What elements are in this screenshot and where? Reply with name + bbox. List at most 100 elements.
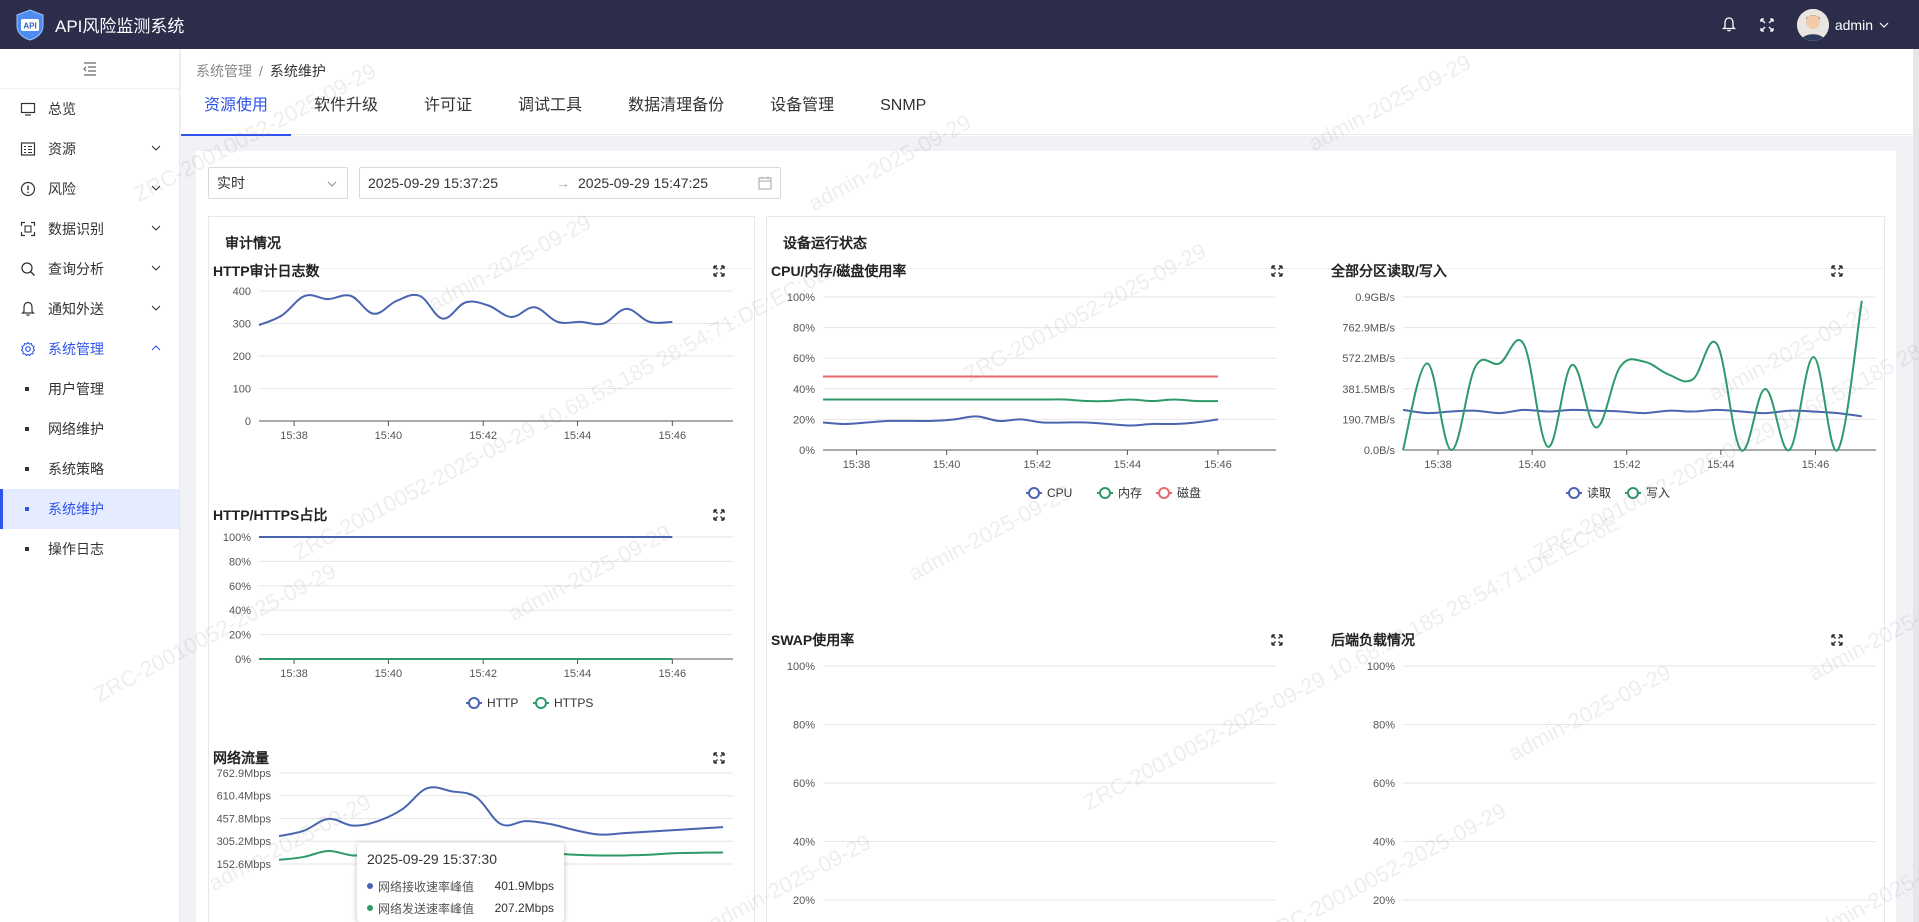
y-tick-label: 0 xyxy=(245,416,251,428)
tab-bar: 资源使用 软件升级 许可证 调试工具 数据清理备份 设备管理 SNMP xyxy=(181,89,1913,136)
sidebar-item-0[interactable]: 总览 xyxy=(0,89,179,129)
legend-marker-icon[interactable] xyxy=(1158,487,1170,499)
tab-2[interactable]: 许可证 xyxy=(401,89,495,135)
chart-6[interactable]: 20% 40% 60% 80% 100% xyxy=(1331,640,1881,922)
chart-1[interactable]: 0% 20% 40% 60% 80% 100% 15:38 15:40 15:42 15:44 15… xyxy=(213,513,743,723)
tooltip-time: 2025-09-29 15:37:30 xyxy=(367,851,497,867)
device-card-title: 设备运行状态 xyxy=(767,217,1884,269)
y-tick-label: 20% xyxy=(1373,895,1395,907)
y-tick-label: 100% xyxy=(1367,661,1395,673)
y-tick-label: 0% xyxy=(799,445,815,457)
sidebar-subitem-0[interactable]: 用户管理 xyxy=(0,369,179,409)
x-tick-label: 15:40 xyxy=(375,430,403,442)
tab-4[interactable]: 数据清理备份 xyxy=(605,89,747,135)
legend-marker-icon[interactable] xyxy=(468,697,480,709)
tooltip-row: 网络发送速率峰值 207.2Mbps xyxy=(367,897,554,919)
sidebar-item-label: 资源 xyxy=(48,141,76,157)
chart-3[interactable]: 0% 20% 40% 60% 80% 100% 15:38 15:40 15:42 15:44 15… xyxy=(771,271,1281,501)
y-tick-label: 400 xyxy=(233,286,251,298)
legend-label[interactable]: 磁盘 xyxy=(1177,485,1201,500)
sidebar-item-2[interactable]: 风险 xyxy=(0,169,179,209)
bullet-icon xyxy=(25,427,29,431)
tab-3[interactable]: 调试工具 xyxy=(495,89,605,135)
x-tick-label: 15:46 xyxy=(659,668,687,680)
collapse-menu-icon[interactable] xyxy=(0,49,179,89)
chevron-down-icon xyxy=(151,185,161,191)
y-tick-label: 762.9Mbps xyxy=(217,768,272,780)
series-line-1 xyxy=(1402,300,1863,452)
chevron-down-icon xyxy=(151,225,161,231)
y-tick-label: 60% xyxy=(793,353,815,365)
legend-marker-icon[interactable] xyxy=(1568,487,1580,499)
x-tick-label: 15:38 xyxy=(843,459,871,471)
legend-label[interactable]: 读取 xyxy=(1587,486,1611,500)
sidebar-item-4[interactable]: 查询分析 xyxy=(0,249,179,289)
legend-label[interactable]: 写入 xyxy=(1646,486,1670,500)
sidebar-subitem-3[interactable]: 系统维护 xyxy=(0,489,179,529)
legend-marker-icon[interactable] xyxy=(1099,487,1111,499)
bell-icon[interactable] xyxy=(1721,17,1737,33)
chart-5[interactable]: 20% 40% 60% 80% 100% xyxy=(771,640,1281,922)
sidebar-subitem-4[interactable]: 操作日志 xyxy=(0,529,179,569)
warning-circle-icon xyxy=(20,181,36,197)
y-tick-label: 200 xyxy=(233,351,251,363)
x-tick-label: 15:46 xyxy=(1802,459,1830,471)
scan-icon xyxy=(20,221,36,237)
breadcrumb-parent[interactable]: 系统管理 xyxy=(196,63,252,79)
y-tick-label: 305.2Mbps xyxy=(217,836,272,848)
y-tick-label: 80% xyxy=(793,323,815,335)
sidebar-subitem-label: 操作日志 xyxy=(48,541,104,557)
sidebar-subitem-2[interactable]: 系统策略 xyxy=(0,449,179,489)
sidebar-item-label: 通知外送 xyxy=(48,301,104,317)
chart-legend: 读取 写入 xyxy=(1566,486,1670,500)
sidebar-item-1[interactable]: 资源 xyxy=(0,129,179,169)
legend-label[interactable]: HTTP xyxy=(487,696,518,710)
end-date-input[interactable]: 2025-09-29 15:47:25 xyxy=(578,168,708,198)
sidebar-item-6[interactable]: 系统管理 xyxy=(0,329,179,369)
chevron-down-icon xyxy=(151,145,161,151)
start-date-input[interactable]: 2025-09-29 15:37:25 xyxy=(368,168,498,198)
sidebar-item-3[interactable]: 数据识别 xyxy=(0,209,179,249)
date-range-picker[interactable]: 2025-09-29 15:37:25 → 2025-09-29 15:47:2… xyxy=(359,167,781,199)
y-tick-label: 190.7MB/s xyxy=(1342,414,1395,426)
page-scrollbar[interactable] xyxy=(1913,49,1919,922)
x-tick-label: 15:42 xyxy=(469,668,497,680)
tab-5[interactable]: 设备管理 xyxy=(747,89,857,135)
app-logo-icon[interactable]: API xyxy=(14,8,46,41)
chart-4[interactable]: 0.0B/s 190.7MB/s 381.5MB/s 572.2MB/s 762.9MB… xyxy=(1331,271,1881,501)
x-tick-label: 15:42 xyxy=(469,430,497,442)
sidebar-subitem-1[interactable]: 网络维护 xyxy=(0,409,179,449)
sidebar-subitem-label: 系统维护 xyxy=(48,501,104,517)
x-tick-label: 15:40 xyxy=(933,459,961,471)
legend-marker-icon[interactable] xyxy=(1627,487,1639,499)
chart-0[interactable]: 0 100 200 300 400 15:38 15:40 15:42 15:44 15:46 xyxy=(213,271,743,451)
legend-marker-icon[interactable] xyxy=(535,697,547,709)
legend-label[interactable]: 内存 xyxy=(1118,486,1142,500)
fullscreen-icon[interactable] xyxy=(1759,17,1775,33)
y-tick-label: 40% xyxy=(793,837,815,849)
y-tick-label: 152.6Mbps xyxy=(217,859,272,871)
bullet-icon xyxy=(25,467,29,471)
legend-label[interactable]: CPU xyxy=(1047,486,1072,500)
calendar-icon xyxy=(758,176,772,190)
y-tick-label: 40% xyxy=(1373,837,1395,849)
x-tick-label: 15:44 xyxy=(564,430,592,442)
top-bar: API API风险监测系统 admin xyxy=(0,0,1919,49)
y-tick-label: 80% xyxy=(793,720,815,732)
tab-1[interactable]: 软件升级 xyxy=(291,89,401,135)
y-tick-label: 80% xyxy=(1373,720,1395,732)
tab-0[interactable]: 资源使用 xyxy=(181,89,292,136)
legend-label[interactable]: HTTPS xyxy=(554,696,593,710)
x-tick-label: 15:46 xyxy=(659,430,687,442)
sidebar-item-5[interactable]: 通知外送 xyxy=(0,289,179,329)
y-tick-label: 60% xyxy=(1373,778,1395,790)
legend-marker-icon[interactable] xyxy=(1028,487,1040,499)
mode-select[interactable]: 实时 xyxy=(208,167,348,199)
y-tick-label: 20% xyxy=(229,630,251,642)
y-tick-label: 0.0B/s xyxy=(1364,445,1396,457)
tab-6[interactable]: SNMP xyxy=(857,89,949,135)
user-menu[interactable]: admin xyxy=(1796,8,1889,41)
bell-icon xyxy=(20,301,36,317)
y-tick-label: 762.9MB/s xyxy=(1342,323,1395,335)
sidebar-item-label: 总览 xyxy=(48,101,76,117)
